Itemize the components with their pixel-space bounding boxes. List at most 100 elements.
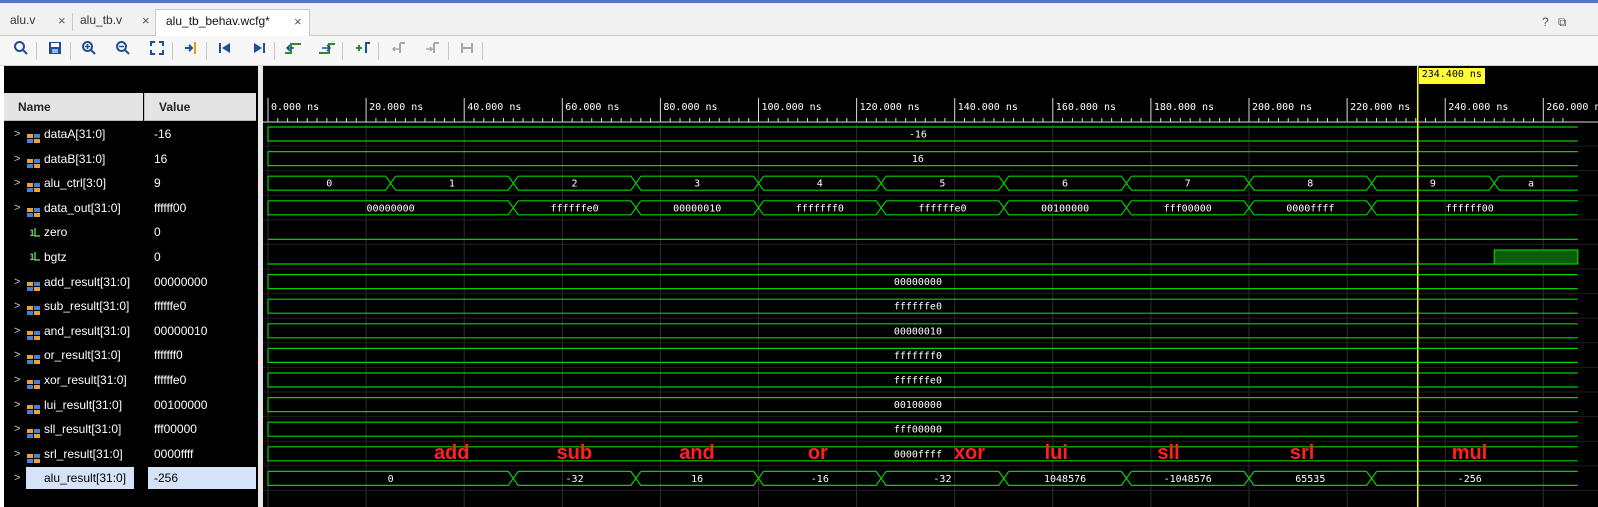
signal-value[interactable]: -256 [148,467,256,490]
signal-value[interactable]: 9 [148,172,256,194]
tick-label: 200.000 ns [1252,102,1312,113]
waveform-pane[interactable]: 0.000 ns 20.000 ns 40.000 ns 60.000 ns 80.00… [263,66,1598,507]
zoom-in-icon[interactable] [78,40,100,62]
close-icon[interactable]: × [294,14,302,29]
help-icon[interactable]: ? [1542,15,1549,29]
cursor-time-label[interactable]: 234.400 ns [1418,68,1485,84]
expand-chevron-icon[interactable]: > [14,148,20,170]
signal-value[interactable]: 16 [148,148,256,170]
signal-value[interactable]: ffffff00 [148,197,256,219]
bus-value-label: 00100000 [1041,203,1089,214]
signal-row[interactable]: > data_out[31:0] [4,197,143,219]
expand-chevron-icon[interactable]: > [14,197,20,219]
expand-chevron-icon[interactable]: > [14,369,20,391]
signal-row[interactable]: > and_result[31:0] [4,320,143,342]
save-icon[interactable] [44,40,66,62]
add-marker-icon[interactable] [352,40,374,62]
previous-marker-icon[interactable] [388,40,410,62]
signal-value[interactable]: 00000000 [148,271,256,293]
tab-alu-v[interactable]: alu.v × [0,9,74,37]
expand-chevron-icon[interactable]: > [14,467,20,489]
bus-value-label: 4 [817,179,823,190]
value-column-header[interactable]: Value [144,93,256,121]
expand-chevron-icon[interactable]: > [14,320,20,342]
bus-value-label: ffffffe0 [894,376,942,387]
next-transition-icon[interactable] [316,40,338,62]
signal-row[interactable]: > xor_result[31:0] [4,369,143,391]
signal-row[interactable]: > alu_ctrl[3:0] [4,172,143,194]
tick-label: 140.000 ns [958,102,1018,113]
zoom-fit-icon[interactable] [146,40,168,62]
signal-value-text: ffffffe0 [154,373,187,387]
tab-alu-tb-behav-wcfg[interactable]: alu_tb_behav.wcfg* × [155,9,310,37]
tick-label: 240.000 ns [1448,102,1508,113]
bus-value-label: fff00000 [1164,203,1212,214]
signal-value[interactable]: 0000ffff [148,443,256,465]
bus-value-label: fffffff0 [894,351,942,362]
tab-alu-tb-v[interactable]: alu_tb.v × [70,9,156,37]
signal-name: bgtz [44,250,67,264]
signal-name: zero [44,225,68,240]
signal-value[interactable]: ffffffe0 [148,295,256,317]
signal-name: or_result[31:0] [44,348,121,363]
bus-icon [27,178,40,193]
signal-value-text: ffffff00 [154,200,187,215]
go-to-last-time-icon[interactable] [248,40,270,62]
signal-name: dataA[31:0] [44,127,106,141]
close-icon[interactable]: × [58,13,66,28]
name-column-header[interactable]: Name [4,93,143,121]
swap-cursors-icon[interactable] [456,40,478,62]
signal-row[interactable]: > dataB[31:0] [4,148,143,170]
signal-value-text: 0 [154,225,161,240]
signal-value[interactable]: ffffffe0 [148,369,256,391]
signal-row[interactable]: 1 zero [4,221,143,243]
restore-icon[interactable]: ⧉ [1558,15,1567,30]
go-to-cursor-icon[interactable] [180,40,202,62]
toolbar-separator [378,42,379,60]
signal-row[interactable]: > sub_result[31:0] [4,295,143,317]
search-icon[interactable] [10,40,32,62]
signal-row[interactable]: > or_result[31:0] [4,344,143,366]
annotation-srl: srl [1289,441,1315,464]
expand-chevron-icon[interactable]: > [14,443,20,465]
signal-row[interactable]: > dataA[31:0] [4,123,143,145]
close-icon[interactable]: × [142,13,150,28]
bus-value-label: 1048576 [1044,474,1086,485]
bus-icon [27,203,40,217]
toolbar-separator [342,42,343,60]
bus-value-label: ffffffe0 [550,203,598,214]
signal-value[interactable]: 00000010 [148,320,256,342]
expand-chevron-icon[interactable]: > [14,344,20,366]
signal-value[interactable]: 00100000 [148,394,256,416]
signal-value[interactable]: -16 [148,123,256,145]
signal-row[interactable]: > lui_result[31:0] [4,394,143,416]
go-to-time-zero-icon[interactable] [214,40,236,62]
next-marker-icon[interactable] [422,40,444,62]
signal-row[interactable]: > sll_result[31:0] [4,418,143,440]
bus-value-label: 3 [694,179,700,190]
expand-chevron-icon[interactable]: > [14,271,20,293]
expand-chevron-icon[interactable]: > [14,172,20,194]
time-ruler[interactable]: 0.000 ns 20.000 ns 40.000 ns 60.000 ns 80.00… [263,98,1598,123]
signal-row[interactable]: > add_result[31:0] [4,271,143,293]
expand-chevron-icon[interactable]: > [14,418,20,440]
signal-row[interactable]: 1 bgtz [4,246,143,268]
expand-chevron-icon[interactable]: > [14,123,20,145]
annotation-sll: sll [1157,441,1180,464]
signal-value[interactable]: fffffff0 [148,344,256,366]
zoom-out-icon[interactable] [112,40,134,62]
signal-row[interactable]: > srl_result[31:0] [4,443,143,465]
signal-value[interactable]: 0 [148,246,256,268]
bus-icon [27,129,40,143]
bus-icon [27,326,40,340]
signal-row[interactable]: > alu_result[31:0] [4,467,143,490]
bus-icon [27,277,40,291]
annotation-or: or [807,441,828,464]
tick-label: 60.000 ns [565,102,619,113]
signal-value[interactable]: fff00000 [148,418,256,440]
expand-chevron-icon[interactable]: > [14,295,20,317]
bus-value-label: ffffff00 [1446,203,1494,214]
signal-value[interactable]: 0 [148,221,256,243]
expand-chevron-icon[interactable]: > [14,394,20,416]
previous-transition-icon[interactable] [282,40,304,62]
